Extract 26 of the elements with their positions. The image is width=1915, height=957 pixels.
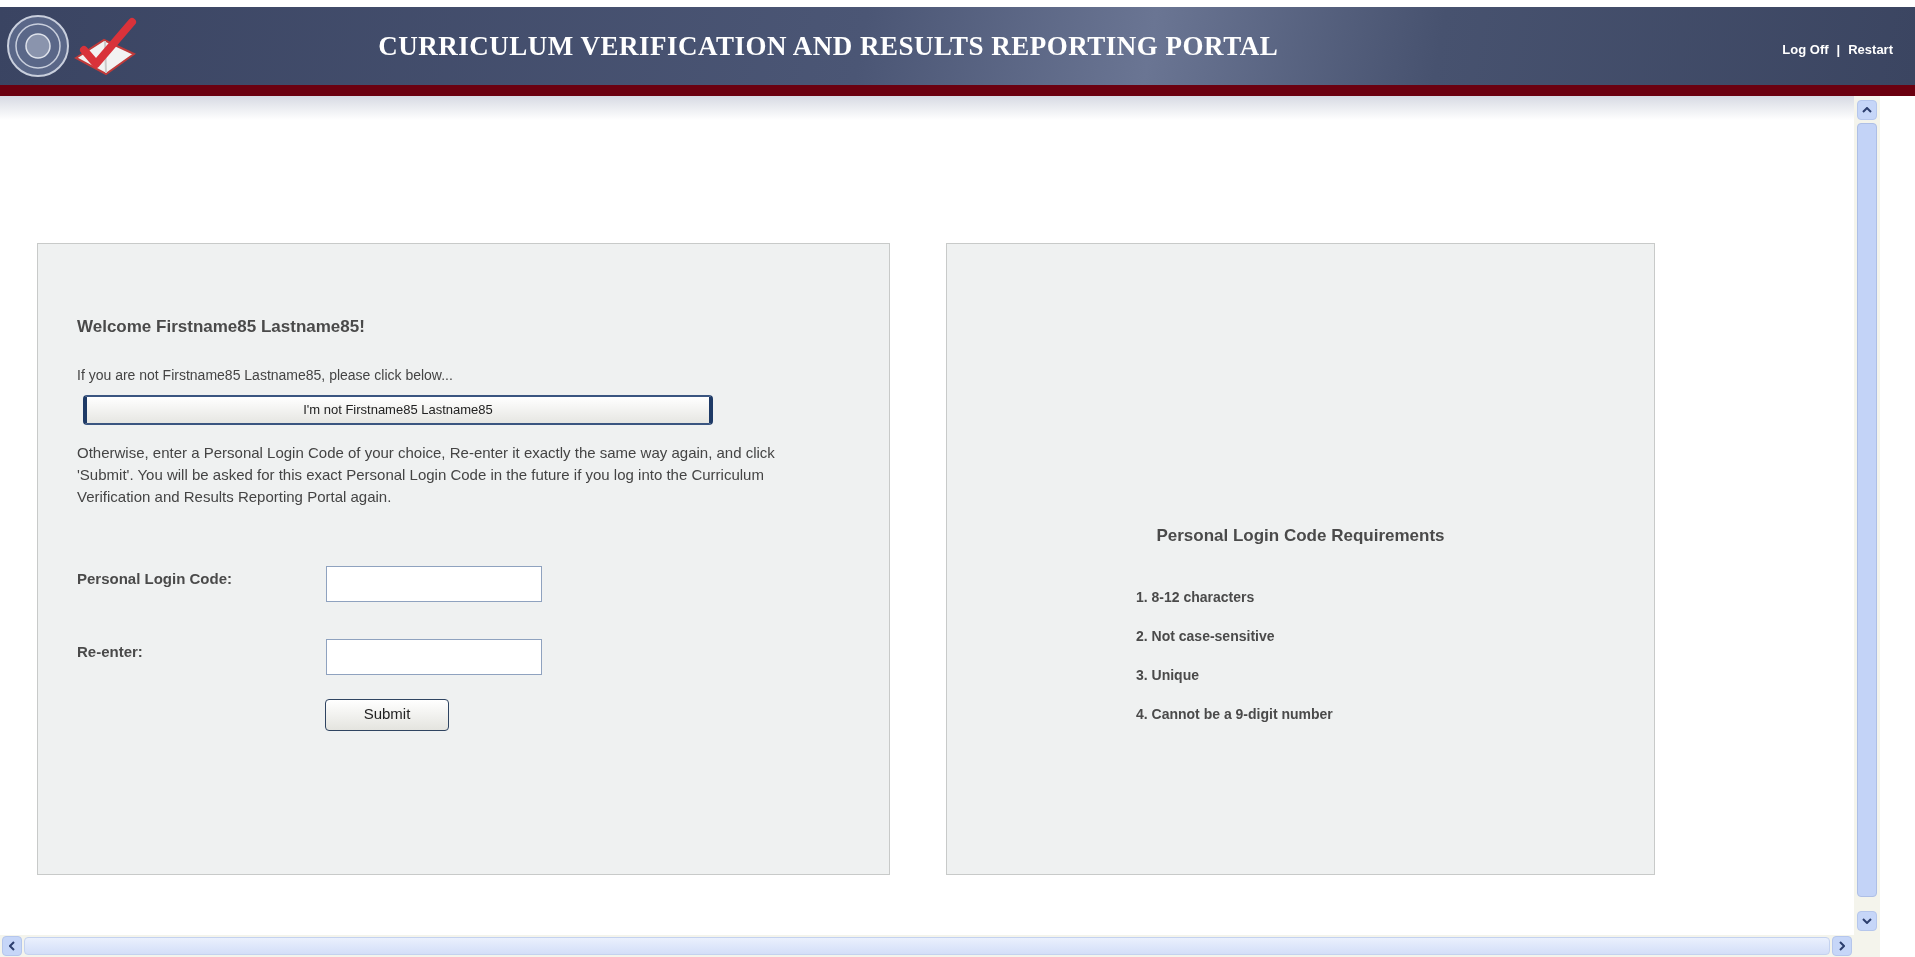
- requirements-heading: Personal Login Code Requirements: [1156, 525, 1445, 547]
- scroll-thumb[interactable]: [1857, 123, 1877, 897]
- requirement-item: 4. Cannot be a 9-digit number: [1136, 704, 1333, 724]
- scroll-up-icon[interactable]: [1857, 100, 1877, 120]
- scroll-thumb[interactable]: [24, 937, 1830, 955]
- prompt-text: If you are not Firstname85 Lastname85, please click below...: [77, 365, 454, 385]
- submit-button[interactable]: Submit: [325, 698, 449, 731]
- field-label: Personal Login Code:: [77, 568, 233, 589]
- scroll-left-icon[interactable]: [2, 936, 22, 956]
- requirement-item: 3. Unique: [1136, 665, 1200, 685]
- welcome-heading: Welcome Firstname85 Lastname85!: [77, 316, 366, 338]
- horizontal-scrollbar[interactable]: [0, 935, 1880, 957]
- scroll-down-icon[interactable]: [1857, 911, 1877, 931]
- restart-link[interactable]: Restart: [1848, 40, 1893, 60]
- requirement-item: 1. 8-12 characters: [1136, 587, 1256, 607]
- link-separator: |: [1836, 41, 1841, 60]
- portal-title: CURRICULUM VERIFICATION AND RESULTS REPORTING PORTAL: [378, 29, 1279, 63]
- instructions-text: Otherwise, enter a Personal Login Code of your choice, Re-enter it exactly the same way again, and click 'Submit'. You will be asked for this exact Personal Login Code in the future if you log into the Curriculum Verification and Results Reporting Portal again.: [77, 442, 776, 507]
- scroll-right-icon[interactable]: [1832, 936, 1852, 956]
- field-label: Re-enter:: [77, 641, 144, 662]
- requirement-item: 2. Not case-sensitive: [1136, 626, 1276, 646]
- not-me-button[interactable]: I'm not Firstname85 Lastname85: [83, 394, 713, 425]
- log-off-link[interactable]: Log Off: [1782, 40, 1829, 60]
- login-code-field[interactable]: [326, 565, 542, 602]
- login-code-field[interactable]: [326, 638, 542, 675]
- vertical-scrollbar[interactable]: [1854, 96, 1880, 935]
